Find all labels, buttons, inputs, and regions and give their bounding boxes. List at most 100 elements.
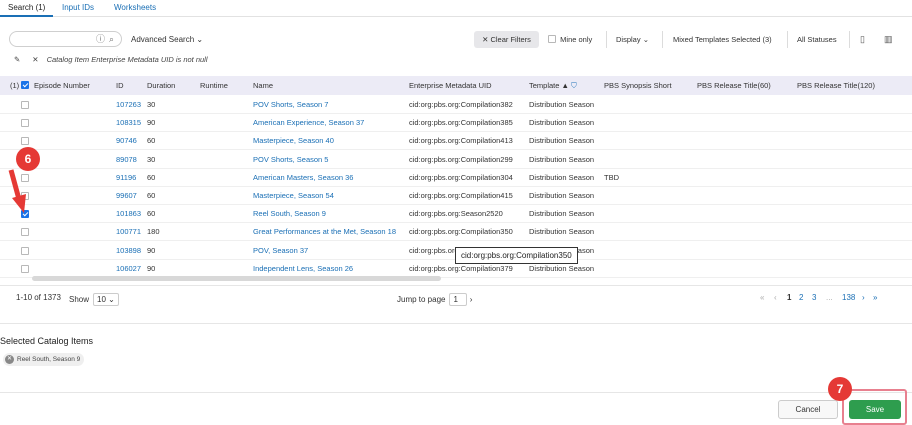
col-name[interactable]: Name [253, 81, 273, 90]
cell-id[interactable]: 99607 [116, 191, 137, 200]
page-2[interactable]: 2 [799, 293, 803, 302]
horizontal-scrollbar[interactable] [32, 276, 441, 281]
prev-page-icon[interactable]: ‹ [774, 293, 777, 302]
row-checkbox[interactable] [21, 173, 29, 182]
cell-name[interactable]: POV Shorts, Season 5 [253, 155, 328, 164]
table-row[interactable]: 101863 60 Reel South, Season 9 cid:org:pbs.… [0, 205, 912, 224]
table-row[interactable]: 107263 30 POV Shorts, Season 7 cid:org:pbs.… [0, 96, 912, 114]
page-1[interactable]: 1 [787, 293, 791, 302]
row-checkbox[interactable] [21, 192, 29, 200]
cell-id[interactable]: 90746 [116, 136, 137, 145]
cell-enterprise-uid: cid:org:pbs.org:Compilation304 [409, 172, 513, 182]
cell-duration: 90 [147, 245, 156, 255]
columns-icon[interactable]: ▥ [884, 34, 893, 45]
cell-name[interactable]: American Experience, Season 37 [253, 118, 364, 127]
col-release-title-120[interactable]: PBS Release Title(120) [797, 81, 875, 90]
table-row[interactable]: 99607 60 Masterpiece, Season 54 cid:org:pbs… [0, 187, 912, 205]
cell-name[interactable]: Great Performances at the Met, Season 18 [253, 227, 396, 236]
cell-id[interactable]: 91196 [116, 173, 136, 182]
page-3[interactable]: 3 [812, 293, 816, 302]
table-row[interactable]: 89078 30 POV Shorts, Season 5 cid:org:pbs.o… [0, 151, 912, 169]
col-runtime[interactable]: Runtime [200, 81, 228, 90]
row-checkbox[interactable] [21, 210, 29, 219]
row-checkbox[interactable] [21, 119, 29, 128]
search-input[interactable]: ⓘ ⌕ [9, 31, 122, 47]
cell-enterprise-uid: cid:org:pbs.org:Season2520 [409, 209, 503, 219]
row-checkbox[interactable] [21, 246, 29, 255]
cell-duration: 30 [147, 154, 156, 164]
cell-id[interactable]: 103898 [116, 246, 141, 255]
tab-input-ids[interactable]: Input IDs [62, 3, 94, 12]
col-synopsis[interactable]: PBS Synopsis Short [604, 81, 672, 90]
clear-filters-button[interactable]: ✕ Clear Filters [474, 31, 539, 48]
cell-template: Distribution Season [529, 227, 595, 237]
row-checkbox[interactable] [21, 264, 29, 273]
toolbar-divider [662, 31, 663, 48]
col-id[interactable]: ID [116, 81, 124, 90]
col-episode-number[interactable]: Episode Number [34, 81, 90, 90]
advanced-search-label: Advanced Search [131, 35, 195, 44]
select-all-checkbox[interactable] [21, 81, 29, 89]
table-row[interactable]: 91196 60 American Masters, Season 36 cid:or… [0, 169, 912, 187]
cell-enterprise-uid: cid:org:pbs.org:Compilation382 [409, 100, 513, 109]
display-dropdown[interactable]: Display ⌄ [616, 31, 649, 48]
first-page-icon[interactable]: « [760, 293, 764, 302]
col-duration[interactable]: Duration [147, 81, 175, 90]
filter-text: Catalog Item Enterprise Metadata UID is … [46, 55, 208, 64]
cell-id[interactable]: 101863 [116, 209, 141, 218]
go-arrow-icon[interactable]: › [470, 295, 473, 304]
cell-id[interactable]: 89078 [116, 155, 137, 164]
cell-template: Distribution Season [529, 191, 595, 200]
cancel-button[interactable]: Cancel [778, 400, 838, 419]
remove-filter-icon[interactable]: ✕ [32, 55, 38, 64]
selected-item-chip[interactable]: ✕ Reel South, Season 9 [3, 353, 85, 366]
last-page-icon[interactable]: » [873, 293, 877, 302]
row-checkbox[interactable] [21, 137, 29, 146]
mine-only-toggle[interactable]: Mine only [548, 31, 592, 48]
cell-duration: 60 [147, 136, 156, 146]
cell-id[interactable]: 108315 [116, 118, 141, 127]
jump-page-input[interactable]: 1 [449, 293, 468, 306]
bookmark-icon[interactable]: ▯ [860, 34, 865, 45]
cell-name[interactable]: POV, Season 37 [253, 246, 308, 255]
pencil-icon[interactable]: ✎ [14, 55, 20, 64]
advanced-search-toggle[interactable]: Advanced Search ⌄ [131, 35, 203, 44]
close-icon: ✕ [482, 35, 489, 44]
table-row[interactable]: 90746 60 Masterpiece, Season 40 cid:org:pbs… [0, 132, 912, 151]
chevron-down-icon: ⌄ [642, 35, 649, 44]
row-checkbox[interactable] [21, 101, 29, 109]
cell-enterprise-uid: cid:org:pbs.org:Compilation299 [409, 154, 513, 164]
col-template[interactable]: Template ▲ ⛉ [529, 81, 577, 91]
save-button[interactable]: Save [849, 400, 901, 419]
tab-worksheets[interactable]: Worksheets [114, 3, 156, 12]
status-selector[interactable]: All Statuses [797, 31, 837, 48]
page-size-select[interactable]: 10 ⌄ [93, 293, 119, 306]
cell-template: Distribution Season [529, 154, 595, 164]
search-icon[interactable]: ⌕ [109, 34, 114, 45]
cell-id[interactable]: 107263 [116, 100, 141, 109]
cell-name[interactable]: Reel South, Season 9 [253, 209, 326, 218]
page-last[interactable]: 138 [842, 293, 855, 302]
cell-name[interactable]: Masterpiece, Season 54 [253, 191, 334, 200]
mine-only-checkbox[interactable] [548, 35, 556, 43]
template-selector[interactable]: Mixed Templates Selected (3) [673, 31, 772, 48]
col-release-title-60[interactable]: PBS Release Title(60) [697, 81, 771, 90]
next-page-icon[interactable]: › [862, 293, 865, 302]
row-checkbox[interactable] [21, 228, 29, 237]
cell-template: Distribution Season [529, 118, 595, 128]
cell-template: Distribution Season [529, 100, 595, 109]
cell-id[interactable]: 106027 [116, 264, 141, 273]
remove-chip-icon[interactable]: ✕ [5, 355, 14, 364]
cell-name[interactable]: American Masters, Season 36 [253, 173, 353, 182]
cell-id[interactable]: 100771 [116, 227, 141, 236]
cell-enterprise-uid: cid:org:pbs.org:Compilation379 [409, 263, 513, 273]
chip-label: Reel South, Season 9 [17, 356, 81, 363]
cell-name[interactable]: Masterpiece, Season 40 [253, 136, 334, 145]
col-template-label: Template [529, 81, 560, 90]
cell-name[interactable]: POV Shorts, Season 7 [253, 100, 328, 109]
cell-name[interactable]: Independent Lens, Season 26 [253, 264, 353, 273]
table-row[interactable]: 100771 180 Great Performances at the Met, … [0, 223, 912, 242]
tab-search[interactable]: Search (1) [0, 3, 54, 17]
table-row[interactable]: 108315 90 American Experience, Season 37 ci… [0, 114, 912, 133]
col-enterprise-uid[interactable]: Enterprise Metadata UID [409, 81, 492, 90]
